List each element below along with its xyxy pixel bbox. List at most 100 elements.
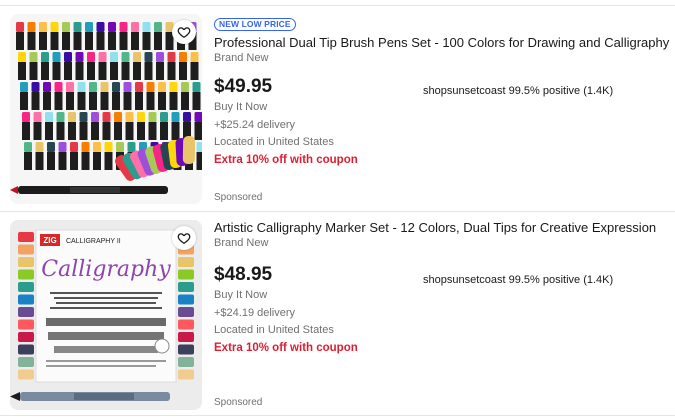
wishlist-button[interactable]: [172, 226, 196, 250]
pen-cap: [171, 112, 180, 122]
pen-cap: [81, 142, 90, 152]
pen-body: [79, 122, 88, 140]
pen-cap: [89, 82, 97, 92]
marker-right: [178, 357, 194, 367]
pen-cap: [100, 82, 109, 92]
pen-cap: [133, 52, 141, 62]
pen-cap: [50, 22, 59, 32]
pen-cap: [102, 112, 111, 122]
pen-body: [179, 62, 187, 80]
pen-cap: [131, 22, 139, 32]
pen-cap: [87, 52, 95, 62]
pen-cap: [33, 112, 42, 122]
marker-right: [178, 294, 194, 305]
pen-body: [142, 32, 151, 50]
pen-cap: [24, 142, 32, 152]
pen-body: [54, 92, 63, 110]
pen-cap: [18, 52, 26, 62]
pen-body: [156, 62, 164, 80]
heart-outline-icon: [177, 233, 191, 245]
pen-cap: [142, 22, 151, 32]
pen-cap: [39, 22, 47, 32]
marker-right: [178, 257, 194, 267]
pen-cap: [156, 52, 164, 62]
pen-body: [167, 62, 176, 80]
pen-body: [29, 62, 38, 80]
sponsored-label[interactable]: Sponsored: [214, 397, 262, 408]
pen-cap: [52, 52, 61, 62]
product-line: CALLIGRAPHY II: [66, 238, 121, 245]
pen-body: [190, 62, 199, 80]
pen-body: [110, 62, 118, 80]
pen-body: [91, 122, 99, 140]
pen-cap: [114, 112, 122, 122]
marker-left: [18, 344, 34, 355]
pen-cap: [22, 112, 30, 122]
pen-body: [121, 62, 130, 80]
pen-cap: [27, 22, 36, 32]
pen-cap: [182, 135, 196, 165]
pen-body: [108, 32, 116, 50]
pen-cap: [148, 112, 157, 122]
item-location: Located in United States: [214, 324, 334, 336]
pen-cap: [96, 22, 105, 32]
search-result-item[interactable]: ZIG CALLIGRAPHY II Calligraphy Artistic …: [0, 210, 675, 416]
pen-cap: [85, 22, 93, 32]
marker-right: [178, 282, 194, 292]
item-condition: Brand New: [214, 237, 269, 249]
product-image[interactable]: [10, 14, 202, 204]
pen-cap: [47, 142, 55, 152]
pen-body: [148, 122, 157, 140]
pen-body: [192, 92, 201, 110]
coupon-offer[interactable]: Extra 10% off with coupon: [214, 340, 669, 357]
pen-cap: [192, 82, 201, 92]
marker-left: [18, 282, 34, 292]
wishlist-button[interactable]: [172, 20, 196, 44]
pen-body: [114, 122, 122, 140]
item-location: Located in United States: [214, 136, 334, 148]
pen-cap: [121, 52, 130, 62]
pen-body: [24, 152, 32, 170]
pen-body: [171, 122, 180, 140]
marker-right: [178, 269, 194, 280]
sponsored-label[interactable]: Sponsored: [214, 192, 262, 203]
pen-cap: [58, 142, 67, 152]
pen-cap: [45, 112, 53, 122]
marker-left: [18, 257, 34, 267]
pen-cap: [41, 52, 49, 62]
shipping-cost: +$24.19 delivery: [214, 306, 296, 319]
pen-body: [22, 122, 30, 140]
brush-pens-100-image: [10, 14, 202, 204]
pen-body: [137, 122, 145, 140]
pen-body: [41, 62, 49, 80]
pen-body: [75, 62, 84, 80]
pen-body: [123, 92, 132, 110]
pen-body: [66, 92, 74, 110]
pen-body: [33, 122, 42, 140]
item-title[interactable]: Artistic Calligraphy Marker Set - 12 Col…: [214, 219, 669, 236]
pen-body: [56, 122, 65, 140]
marker-left: [18, 319, 34, 330]
pen-cap: [62, 22, 70, 32]
coupon-offer[interactable]: Extra 10% off with coupon: [214, 152, 669, 169]
seller-info[interactable]: shopsunsetcoast 99.5% positive (1.4K): [423, 274, 613, 286]
pen-cap: [137, 112, 145, 122]
pen-body: [35, 152, 44, 170]
pen-body: [119, 32, 128, 50]
product-image[interactable]: ZIG CALLIGRAPHY II Calligraphy: [10, 220, 202, 410]
pen-body: [45, 122, 53, 140]
pen-body: [87, 62, 95, 80]
pen-cap: [123, 82, 132, 92]
item-title[interactable]: Professional Dual Tip Brush Pens Set - 1…: [214, 34, 669, 51]
pen-cap: [77, 82, 86, 92]
pen-body: [112, 92, 120, 110]
pen-body: [68, 122, 76, 140]
pen-cap: [127, 142, 136, 152]
pen-body: [70, 152, 78, 170]
seller-info[interactable]: shopsunsetcoast 99.5% positive (1.4K): [423, 85, 613, 97]
pen-cap: [70, 142, 78, 152]
pen-body: [58, 152, 67, 170]
marker-right: [178, 307, 194, 317]
pen-body: [96, 32, 105, 50]
search-result-item[interactable]: NEW LOW PRICE Professional Dual Tip Brus…: [0, 0, 675, 209]
